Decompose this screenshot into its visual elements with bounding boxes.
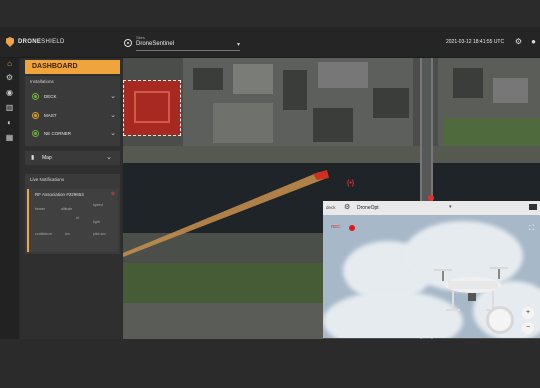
installation-name: NE CORNER: [44, 131, 72, 136]
location-pin-icon: [124, 39, 132, 47]
installation-item-ne-corner[interactable]: NE CORNER ⌄: [30, 128, 116, 140]
nav-rail: ⌂ ⚙ ◉ ▥ ◐ ▦: [0, 58, 19, 339]
camera-toolbar: deck ⚙ DroneOpt ▾: [323, 201, 540, 215]
installations-title: Installations: [30, 79, 54, 84]
notification-heading: RF Association #329653: [35, 192, 84, 197]
site-selector[interactable]: Sites DroneSentinel ▾: [124, 35, 240, 53]
caret-down-icon[interactable]: ▾: [449, 204, 452, 210]
status-ok-icon: [32, 130, 39, 137]
brand-suffix: SHIELD: [41, 39, 65, 45]
minimize-icon[interactable]: [529, 204, 537, 210]
installation-name: MAST: [44, 113, 57, 118]
field-frequency: ion: [65, 232, 70, 236]
field-bearing: bearer: [35, 207, 46, 211]
installation-name: DECK: [44, 94, 57, 99]
close-icon[interactable]: ⊗: [111, 191, 115, 197]
live-notifications-panel: Live Notifications RF Association #32965…: [25, 174, 120, 254]
utc-clock: 2021-03-12 18:41:55 UTC: [446, 39, 505, 45]
camera-drone-selector[interactable]: DroneOpt: [357, 205, 379, 211]
camera-settings-icon[interactable]: ⚙: [344, 203, 350, 211]
camera-joystick[interactable]: [486, 306, 514, 334]
book-icon[interactable]: ▥: [4, 102, 15, 113]
field-altitude: altitude: [61, 207, 73, 211]
zoom-out-button[interactable]: −: [522, 322, 534, 334]
target-icon[interactable]: ◉: [4, 87, 15, 98]
field-pilot: pilot sec: [93, 232, 106, 236]
drone-target-icon[interactable]: (•): [347, 180, 354, 187]
camera-source: deck: [326, 205, 336, 210]
installations-card: Installations DECK ⌄ MAST ⌄ NE CORNER ⌄: [25, 76, 120, 146]
settings-icon[interactable]: ⚙: [4, 72, 15, 83]
shield-icon: [6, 37, 14, 47]
fullscreen-icon[interactable]: ⛶: [529, 225, 534, 233]
settings-gear-icon[interactable]: ⚙: [514, 37, 523, 46]
brand-logo: DRONESHIELD: [6, 37, 65, 47]
site-selector-underline: [136, 50, 240, 51]
dashboard-header: DASHBOARD: [25, 60, 120, 74]
notification-item[interactable]: RF Association #329653 ⊗ bearer altitude…: [27, 189, 118, 252]
site-selector-label: Sites: [136, 35, 145, 40]
grid-icon[interactable]: ▦: [4, 132, 15, 143]
map-icon: ▮: [31, 155, 35, 161]
field-confidence: confidence: [35, 232, 52, 236]
field-flight: fight: [93, 220, 100, 224]
site-selector-value: DroneSentinel: [136, 41, 175, 47]
user-icon[interactable]: ●: [529, 37, 538, 46]
map-label: Map: [42, 155, 52, 161]
globe-icon[interactable]: ◐: [4, 117, 15, 128]
field-id: id: [76, 216, 79, 220]
chevron-down-icon: ⌄: [110, 130, 116, 137]
camera-feed-window[interactable]: deck ⚙ DroneOpt ▾ REC ⛶ + −: [323, 201, 540, 338]
bottom-margin: [0, 339, 540, 388]
field-speed: speed: [93, 203, 103, 207]
app-window: DRONESHIELD Sites DroneSentinel ▾ 2021-0…: [0, 0, 540, 388]
zoom-in-button[interactable]: +: [522, 307, 534, 319]
chevron-down-icon: ⌄: [106, 154, 112, 161]
rec-label: REC: [331, 224, 341, 229]
caret-down-icon: ▾: [236, 42, 240, 48]
live-notifications-title: Live Notifications: [30, 177, 65, 182]
brand-prefix: DRONE: [18, 39, 42, 45]
chevron-down-icon: ⌄: [110, 93, 116, 100]
map-panel-toggle[interactable]: ▮ Map ⌄: [25, 151, 120, 165]
home-icon[interactable]: ⌂: [4, 58, 15, 69]
installation-item-mast[interactable]: MAST ⌄: [30, 110, 116, 122]
installation-item-deck[interactable]: DECK ⌄: [30, 91, 116, 103]
record-indicator-icon[interactable]: [349, 225, 355, 231]
status-warning-icon: [32, 112, 39, 119]
chevron-down-icon: ⌄: [110, 112, 116, 119]
status-ok-icon: [32, 93, 39, 100]
